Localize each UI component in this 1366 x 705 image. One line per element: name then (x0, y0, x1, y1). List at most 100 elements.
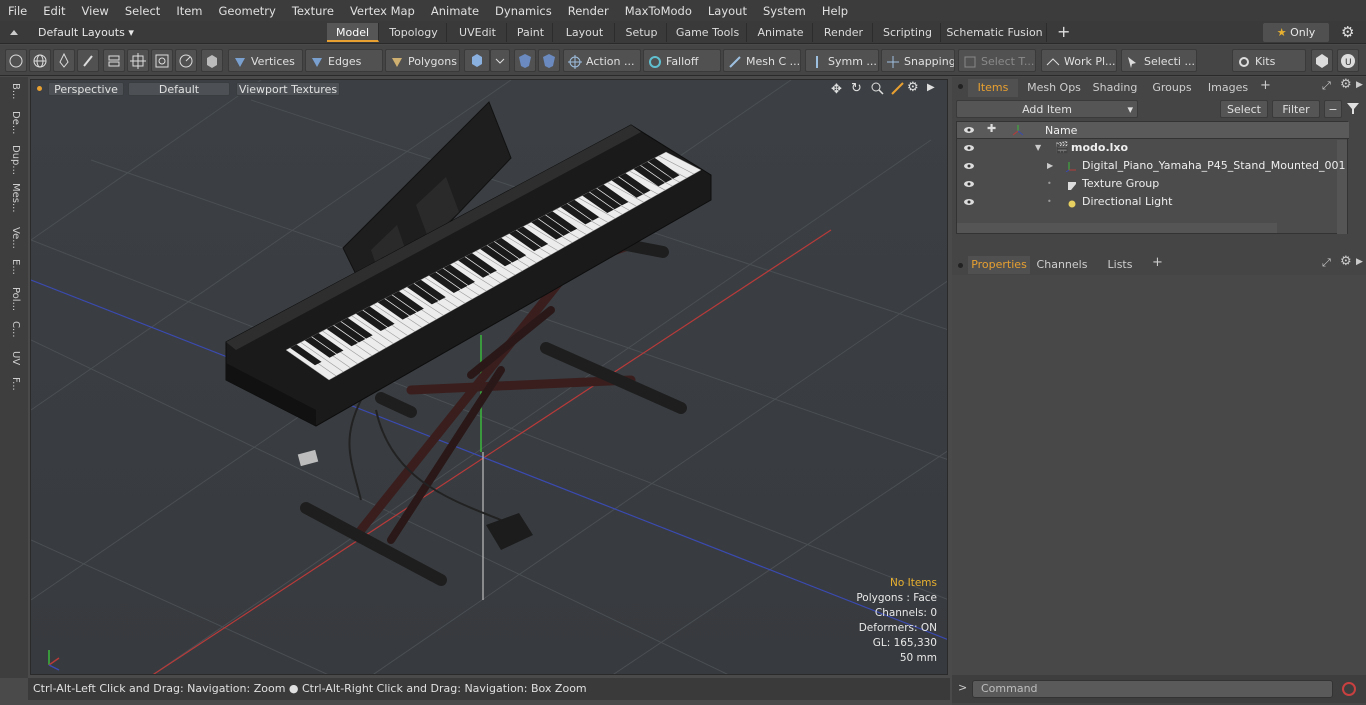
left-tab-vertex[interactable]: Ve... (5, 227, 21, 255)
record-icon[interactable] (1340, 680, 1358, 698)
tab-mesh-ops[interactable]: Mesh Ops (1022, 79, 1086, 97)
lock-header-icon[interactable]: ✚ (987, 122, 996, 135)
panel-expand-icon[interactable]: ⤢ (1322, 79, 1331, 93)
menu-item[interactable]: Item (168, 4, 210, 18)
mesh-constraint-button[interactable]: Mesh C ... (723, 49, 801, 72)
snapping-button[interactable]: Snapping (881, 49, 955, 72)
left-tab-polygon[interactable]: Pol... (5, 287, 21, 317)
tab-setup[interactable]: Setup (617, 23, 667, 42)
list-item-scene[interactable]: ▼ 🎬 modo.lxo (957, 139, 1349, 157)
filter-button[interactable]: Filter (1272, 100, 1320, 118)
tab-topology[interactable]: Topology (381, 23, 447, 42)
tab-scripting[interactable]: Scripting (875, 23, 941, 42)
vertices-button[interactable]: Vertices (228, 49, 303, 72)
item-list-hscrollbar[interactable] (957, 223, 1277, 233)
tab-animate[interactable]: Animate (749, 23, 813, 42)
left-tab-deform[interactable]: De... (5, 111, 21, 139)
left-tab-duplicate[interactable]: Dup... (5, 145, 21, 177)
viewport-textures-dropdown[interactable]: Viewport Textures (236, 82, 340, 96)
polygons-button[interactable]: Polygons (385, 49, 460, 72)
menu-dynamics[interactable]: Dynamics (487, 4, 560, 18)
tab-images[interactable]: Images (1202, 79, 1254, 97)
eye-icon[interactable] (963, 142, 975, 154)
center-tool-button[interactable] (127, 49, 149, 72)
menu-render[interactable]: Render (560, 4, 617, 18)
pen-tool-button[interactable] (53, 49, 75, 72)
menu-select[interactable]: Select (117, 4, 168, 18)
falloff-button[interactable]: Falloff (643, 49, 721, 72)
menu-system[interactable]: System (755, 4, 814, 18)
material-dropdown-button[interactable] (490, 49, 510, 72)
add-props-tab-icon[interactable]: + (1152, 255, 1163, 270)
menu-layout[interactable]: Layout (700, 4, 755, 18)
item-mode-button[interactable] (201, 49, 223, 72)
tab-properties[interactable]: Properties (968, 256, 1030, 274)
layout-expand-icon[interactable] (8, 26, 20, 38)
tab-model[interactable]: Model (327, 23, 379, 42)
select-circle-button[interactable] (5, 49, 27, 72)
left-tab-edge[interactable]: E... (5, 259, 21, 283)
work-plane-button[interactable]: Work Pl... (1041, 49, 1117, 72)
props-gear-icon[interactable]: ⚙ (1340, 254, 1352, 269)
tab-channels[interactable]: Channels (1034, 256, 1090, 274)
only-toggle[interactable]: ★ Only (1263, 23, 1329, 42)
left-tab-curve[interactable]: C... (5, 321, 21, 345)
visibility-header-icon[interactable] (963, 124, 975, 136)
tab-render[interactable]: Render (815, 23, 873, 42)
3d-viewport[interactable]: Perspective Default Viewport Textures ✥ … (30, 79, 948, 675)
gear-icon[interactable]: ⚙ (1341, 23, 1354, 41)
zoom-view-icon[interactable] (871, 82, 884, 95)
props-arrow-icon[interactable]: ▶ (1356, 257, 1363, 267)
viewport-menu-arrow-icon[interactable]: ▶ (927, 82, 935, 93)
select-button[interactable]: Select (1220, 100, 1268, 118)
action-center-button[interactable]: Action ... (563, 49, 641, 72)
tab-game-tools[interactable]: Game Tools (669, 23, 747, 42)
unity-icon-button[interactable] (1311, 49, 1333, 72)
eye-icon[interactable] (963, 160, 975, 172)
menu-texture[interactable]: Texture (284, 4, 342, 18)
align-tool-button[interactable] (103, 49, 125, 72)
left-tab-basic[interactable]: B... (5, 83, 21, 107)
maximize-view-icon[interactable] (891, 82, 904, 95)
move-view-icon[interactable]: ✥ (831, 82, 842, 97)
list-item-mesh[interactable]: ▶ Digital_Piano_Yamaha_P45_Stand_Mounted… (957, 157, 1349, 175)
eye-icon[interactable] (963, 178, 975, 190)
add-panel-tab-icon[interactable]: + (1260, 78, 1271, 93)
add-tab-icon[interactable]: + (1057, 22, 1070, 41)
filter-funnel-icon[interactable] (1346, 101, 1360, 115)
collapse-icon[interactable]: − (1324, 100, 1342, 118)
kits-button[interactable]: Kits (1232, 49, 1306, 72)
menu-view[interactable]: View (74, 4, 117, 18)
tab-uvedit[interactable]: UVEdit (449, 23, 507, 42)
panel-arrow-icon[interactable]: ▶ (1356, 80, 1363, 90)
brush-tool-button[interactable] (77, 49, 99, 72)
selection-sets-button[interactable]: Selecti ... (1121, 49, 1197, 72)
layout-selector[interactable]: Default Layouts ▾ (38, 24, 134, 41)
props-expand-icon[interactable]: ⤢ (1322, 256, 1331, 270)
left-tab-uv[interactable]: UV (5, 351, 21, 373)
axis-header-icon[interactable] (1011, 123, 1025, 137)
tab-layout[interactable]: Layout (555, 23, 615, 42)
unreal-icon-button[interactable]: U (1337, 49, 1359, 72)
add-item-dropdown[interactable]: Add Item ▾ (956, 100, 1138, 118)
tab-lists[interactable]: Lists (1094, 256, 1146, 274)
snap-circle-button[interactable] (175, 49, 197, 72)
panel-gear-icon[interactable]: ⚙ (1340, 77, 1352, 92)
eye-icon[interactable] (963, 196, 975, 208)
shading-dropdown[interactable]: Default (128, 82, 230, 96)
left-tab-fusion[interactable]: F... (5, 377, 21, 405)
command-input[interactable]: Command (972, 680, 1333, 698)
left-tab-mesh[interactable]: Mes... (5, 183, 21, 221)
expand-arrow-icon[interactable]: ▼ (1035, 139, 1041, 157)
list-item-texture-group[interactable]: • Texture Group (957, 175, 1349, 193)
list-item-directional-light[interactable]: • Directional Light (957, 193, 1349, 211)
menu-animate[interactable]: Animate (423, 4, 487, 18)
edges-button[interactable]: Edges (305, 49, 383, 72)
name-column-header[interactable]: Name (1045, 124, 1077, 137)
shield-icon-button-1[interactable] (514, 49, 536, 72)
material-mode-button[interactable] (464, 49, 490, 72)
perspective-dropdown[interactable]: Perspective (48, 82, 124, 96)
menu-maxtomodo[interactable]: MaxToModo (617, 4, 700, 18)
rotate-view-icon[interactable]: ↻ (851, 81, 862, 96)
select-through-button[interactable]: Select T... (958, 49, 1036, 72)
